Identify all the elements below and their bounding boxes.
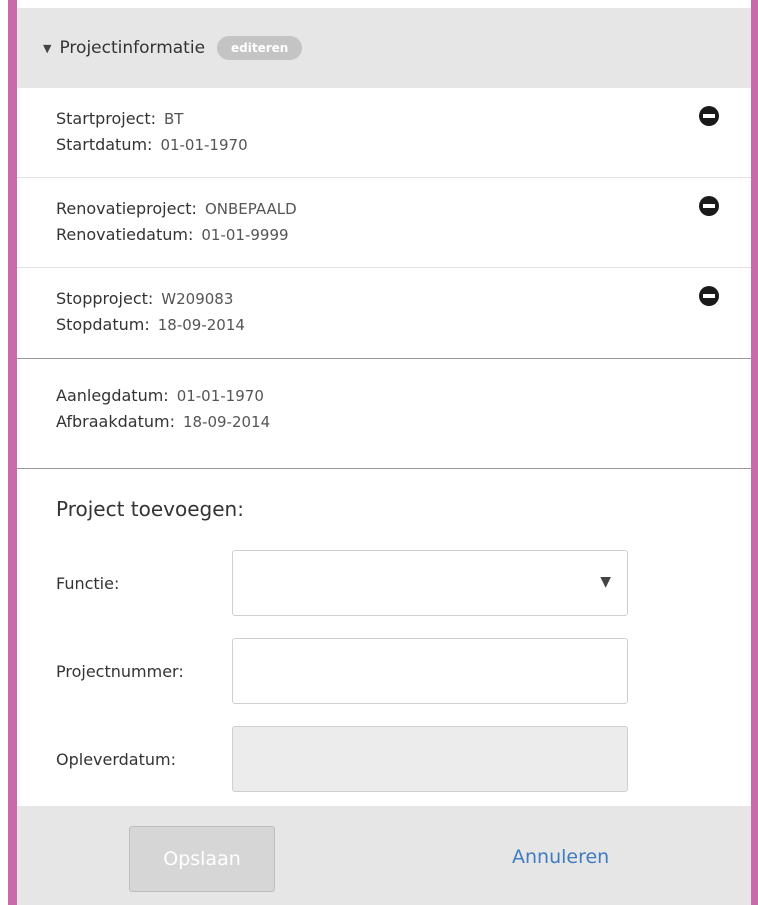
project-line: Renovatieproject: ONBEPAALD (56, 196, 751, 222)
project-value: BT (164, 110, 184, 128)
function-row: Functie: ▼ (56, 549, 751, 617)
afbraak-label: Afbraakdatum: (56, 412, 175, 431)
minus-circle-icon[interactable] (699, 106, 719, 126)
date-line: Renovatiedatum: 01-01-9999 (56, 222, 751, 248)
section-title: Projectinformatie (59, 38, 206, 58)
project-row-renovation: Renovatieproject: ONBEPAALD Renovatiedatu… (17, 178, 751, 268)
project-line: Stopproject: W209083 (56, 286, 751, 312)
form-footer: Opslaan Annuleren (17, 806, 751, 905)
project-info-panel: ▼ Projectinformatie editeren Startprojec… (17, 0, 751, 905)
function-label: Functie: (56, 573, 120, 593)
date-label: Stopdatum: (56, 315, 150, 334)
project-row-stop: Stopproject: W209083 Stopdatum: 18-09-2014 (17, 268, 751, 359)
accent-bar-right (751, 0, 758, 905)
project-label: Renovatieproject: (56, 199, 197, 218)
accent-bar-left (8, 0, 17, 905)
function-select[interactable]: ▼ (232, 550, 628, 616)
section-header[interactable]: ▼ Projectinformatie editeren (17, 8, 751, 88)
edit-button[interactable]: editeren (217, 36, 303, 60)
project-number-row: Projectnummer: (56, 637, 751, 705)
caret-down-icon[interactable]: ▼ (43, 42, 51, 55)
date-value: 18-09-2014 (157, 316, 245, 334)
delivery-date-row: Opleverdatum: (56, 725, 751, 793)
minus-circle-icon[interactable] (699, 286, 719, 306)
afbraak-line: Afbraakdatum: 18-09-2014 (56, 409, 751, 435)
aanleg-line: Aanlegdatum: 01-01-1970 (56, 383, 751, 409)
project-number-label: Projectnummer: (56, 661, 184, 681)
delivery-date-input (232, 726, 628, 792)
add-project-form: Project toevoegen: Functie: ▼ Projectnum… (17, 469, 751, 810)
add-project-title: Project toevoegen: (56, 497, 244, 521)
date-line: Startdatum: 01-01-1970 (56, 132, 751, 158)
date-label: Renovatiedatum: (56, 225, 194, 244)
project-label: Stopproject: (56, 289, 154, 308)
project-line: Startproject: BT (56, 106, 751, 132)
aanleg-value: 01-01-1970 (176, 387, 264, 405)
project-number-input[interactable] (232, 638, 628, 704)
delivery-date-label: Opleverdatum: (56, 749, 176, 769)
chevron-down-icon[interactable]: ▼ (600, 574, 611, 590)
afbraak-value: 18-09-2014 (182, 413, 271, 431)
date-label: Startdatum: (56, 135, 153, 154)
cancel-link[interactable]: Annuleren (512, 846, 609, 868)
date-line: Stopdatum: 18-09-2014 (56, 312, 751, 338)
project-value: ONBEPAALD (204, 200, 297, 218)
minus-circle-icon[interactable] (699, 196, 719, 216)
save-button[interactable]: Opslaan (129, 826, 275, 892)
top-strip (17, 0, 751, 8)
project-row-start: Startproject: BT Startdatum: 01-01-1970 (17, 88, 751, 178)
date-value: 01-01-9999 (201, 226, 289, 244)
project-value: W209083 (161, 290, 234, 308)
project-label: Startproject: (56, 109, 157, 128)
date-value: 01-01-1970 (160, 136, 248, 154)
aanleg-label: Aanlegdatum: (56, 386, 169, 405)
lifecycle-dates: Aanlegdatum: 01-01-1970 Afbraakdatum: 18-0… (17, 359, 751, 469)
window-edge (0, 0, 8, 905)
